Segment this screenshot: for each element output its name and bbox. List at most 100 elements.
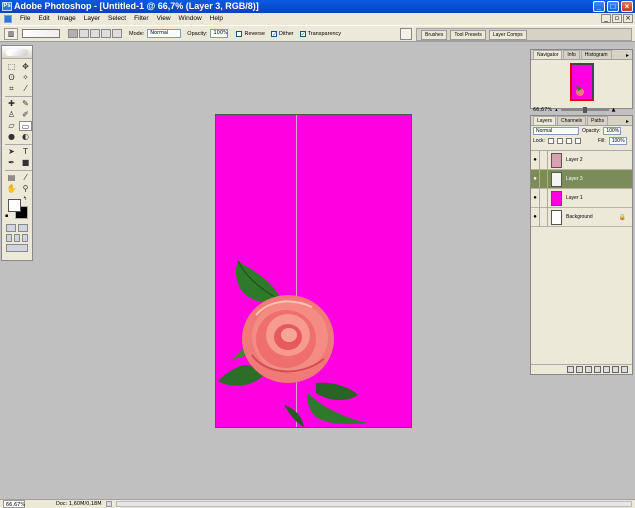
quick-mask-mode-button[interactable] xyxy=(18,224,28,232)
tool-preset-picker[interactable]: ▥ xyxy=(4,27,18,40)
visibility-eye-icon[interactable]: ● xyxy=(531,169,540,189)
notes-tool-icon[interactable]: ▤ xyxy=(5,173,18,183)
pen-tool-icon[interactable]: ✒ xyxy=(5,158,18,168)
gradient-tool-icon[interactable]: ▭ xyxy=(19,121,32,131)
menu-file[interactable]: File xyxy=(16,13,34,25)
healing-brush-tool-icon[interactable]: ✚ xyxy=(5,99,18,109)
horizontal-scrollbar[interactable] xyxy=(116,501,632,507)
menu-view[interactable]: View xyxy=(153,13,175,25)
mode-select[interactable]: Normal xyxy=(147,29,182,38)
doc-minimize-button[interactable]: _ xyxy=(601,14,611,23)
layer-row[interactable]: ● Layer 2 xyxy=(531,150,632,170)
zoom-out-icon[interactable]: ▴ xyxy=(555,107,558,113)
menu-filter[interactable]: Filter xyxy=(130,13,152,25)
lock-all-icon[interactable] xyxy=(574,138,581,144)
path-selection-tool-icon[interactable]: ➤ xyxy=(5,147,18,157)
lasso-tool-icon[interactable]: ʘ xyxy=(5,73,18,83)
visibility-eye-icon[interactable]: ● xyxy=(531,207,540,227)
default-colors-icon[interactable]: ▪ xyxy=(5,213,8,219)
eraser-tool-icon[interactable]: ▱ xyxy=(5,121,18,131)
dodge-tool-icon[interactable]: ◐ xyxy=(19,132,32,142)
zoom-in-icon[interactable]: ▲ xyxy=(612,107,616,113)
type-tool-icon[interactable]: T xyxy=(19,147,32,157)
shape-tool-icon[interactable]: ■ xyxy=(19,158,32,168)
reflected-gradient-button[interactable] xyxy=(101,29,111,38)
lock-image-icon[interactable] xyxy=(556,138,563,144)
tab-histogram[interactable]: Histogram xyxy=(580,50,612,59)
visibility-eye-icon[interactable]: ● xyxy=(531,188,540,208)
menu-window[interactable]: Window xyxy=(175,13,206,25)
well-tab-brushes[interactable]: Brushes xyxy=(421,29,448,40)
tab-channels[interactable]: Channels xyxy=(557,116,587,125)
tab-info[interactable]: Info xyxy=(563,50,580,59)
minimize-button[interactable]: _ xyxy=(593,1,605,12)
crop-tool-icon[interactable]: ⌗ xyxy=(5,84,18,94)
transparency-checkbox[interactable]: ✓ xyxy=(299,30,306,37)
reverse-checkbox[interactable] xyxy=(236,30,243,37)
layers-menu-icon[interactable]: ▸ xyxy=(626,118,629,125)
new-group-icon[interactable] xyxy=(603,366,610,373)
palette-toggle-button[interactable] xyxy=(400,28,412,40)
hand-tool-icon[interactable]: ✋ xyxy=(5,184,18,194)
diamond-gradient-button[interactable] xyxy=(112,29,122,38)
document-canvas[interactable] xyxy=(215,114,412,428)
menu-select[interactable]: Select xyxy=(104,13,130,25)
linear-gradient-button[interactable] xyxy=(68,29,78,38)
status-menu-icon[interactable] xyxy=(106,501,112,507)
blend-mode-select[interactable]: Normal xyxy=(533,127,579,135)
layer-link-toggle[interactable] xyxy=(540,207,548,227)
screen-mode-full-menu-button[interactable] xyxy=(14,234,20,242)
swap-colors-icon[interactable]: ↰ xyxy=(23,196,27,202)
tab-layers[interactable]: Layers xyxy=(533,116,557,125)
marquee-tool-icon[interactable]: ⬚ xyxy=(5,62,18,72)
well-tab-layer-comps[interactable]: Layer Comps xyxy=(488,29,527,40)
layer-link-toggle[interactable] xyxy=(540,150,548,170)
layers-opacity-field[interactable]: 100% xyxy=(603,127,622,135)
eyedropper-tool-icon[interactable]: ⁄ xyxy=(19,173,32,183)
tab-navigator[interactable]: Navigator xyxy=(533,50,563,59)
layer-row[interactable]: ● Layer 3 xyxy=(531,169,632,189)
standard-mode-button[interactable] xyxy=(6,224,16,232)
layer-style-icon[interactable] xyxy=(576,366,583,373)
screen-mode-standard-button[interactable] xyxy=(6,234,12,242)
layer-row[interactable]: ● Background 🔒 xyxy=(531,207,632,227)
new-layer-icon[interactable] xyxy=(612,366,619,373)
visibility-eye-icon[interactable]: ● xyxy=(531,150,540,170)
status-zoom-field[interactable]: 66,67% xyxy=(3,500,25,508)
brush-tool-icon[interactable]: ✎ xyxy=(19,99,32,109)
delete-layer-icon[interactable] xyxy=(621,366,628,373)
magic-wand-tool-icon[interactable]: ✧ xyxy=(19,73,32,83)
foreground-color-swatch[interactable] xyxy=(8,199,21,212)
layer-link-toggle[interactable] xyxy=(540,169,548,189)
zoom-tool-icon[interactable]: ⚲ xyxy=(19,184,32,194)
menu-help[interactable]: Help xyxy=(206,13,227,25)
move-tool-icon[interactable]: ✥ xyxy=(19,62,32,72)
lock-position-icon[interactable] xyxy=(565,138,572,144)
well-tab-tool-presets[interactable]: Tool Presets xyxy=(450,29,486,40)
navigator-menu-icon[interactable]: ▸ xyxy=(626,52,629,59)
gradient-preview[interactable] xyxy=(22,29,60,38)
doc-restore-button[interactable]: ▫ xyxy=(612,14,622,23)
navigator-view-box[interactable] xyxy=(570,63,594,101)
navigator-zoom-slider[interactable] xyxy=(560,107,609,113)
dither-checkbox[interactable]: ✓ xyxy=(270,30,277,37)
screen-mode-full-button[interactable] xyxy=(22,234,28,242)
angle-gradient-button[interactable] xyxy=(90,29,100,38)
jump-to-imageready-button[interactable] xyxy=(6,244,28,252)
navigator-zoom-value[interactable]: 66,67% xyxy=(533,107,552,113)
clone-stamp-tool-icon[interactable]: ♙ xyxy=(5,110,18,120)
fill-field[interactable]: 100% xyxy=(608,137,627,145)
slice-tool-icon[interactable]: ⁄ xyxy=(19,84,32,94)
doc-close-button[interactable]: × xyxy=(623,14,633,23)
menu-edit[interactable]: Edit xyxy=(34,13,53,25)
tab-paths[interactable]: Paths xyxy=(587,116,608,125)
menu-image[interactable]: Image xyxy=(54,13,80,25)
radial-gradient-button[interactable] xyxy=(79,29,89,38)
layer-row[interactable]: ● Layer 1 xyxy=(531,188,632,208)
adjustment-layer-icon[interactable] xyxy=(594,366,601,373)
history-brush-tool-icon[interactable]: ✐ xyxy=(19,110,32,120)
close-button[interactable]: × xyxy=(621,1,633,12)
maximize-button[interactable]: □ xyxy=(607,1,619,12)
link-layers-icon[interactable] xyxy=(567,366,574,373)
blur-tool-icon[interactable]: ● xyxy=(5,132,18,142)
